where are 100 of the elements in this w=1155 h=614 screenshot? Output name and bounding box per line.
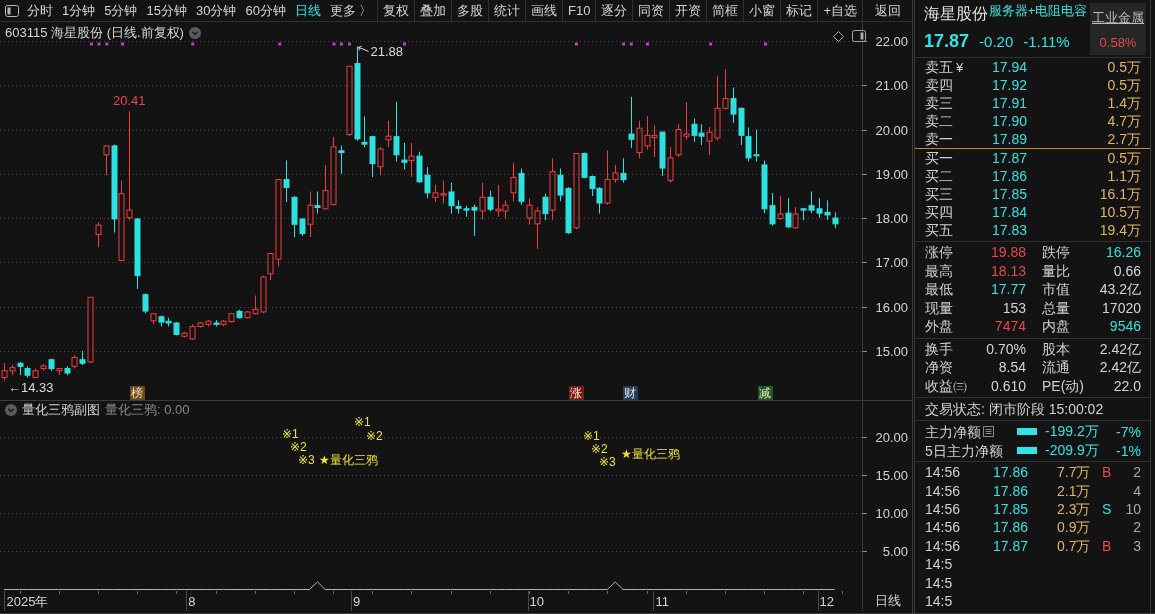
trade-price: 17.87	[991, 536, 1028, 555]
order-level-label: 卖五	[925, 58, 953, 76]
order-price: 17.94	[992, 58, 1029, 76]
stat-label: 市值	[1042, 280, 1071, 299]
event-tag[interactable]: 涨	[568, 386, 584, 400]
toolbar-button[interactable]: 画线	[525, 0, 562, 21]
toolbar-button[interactable]: 多股	[451, 0, 488, 21]
order-price: 17.90	[992, 112, 1029, 130]
chevron-down-icon[interactable]	[188, 26, 201, 39]
period-label: 日线	[862, 591, 912, 611]
panel-toggle-icon[interactable]	[852, 30, 866, 42]
toolbar-button[interactable]: F10	[562, 0, 596, 21]
signal-label: ※2	[591, 442, 608, 456]
trade-time: 14:56	[925, 536, 962, 555]
stock-name: 海星股份	[924, 4, 988, 24]
toolbar-button[interactable]: 同资	[632, 0, 670, 21]
order-price: 17.83	[992, 221, 1029, 239]
stat-value: 8.54	[997, 358, 1026, 377]
leader-arrow-icon	[358, 45, 370, 52]
axis-label: 8	[188, 594, 196, 609]
stat-value: 2.42亿	[1098, 339, 1141, 358]
trade-price: 17.85	[991, 499, 1028, 518]
stat-label: 净资	[925, 358, 954, 377]
axis-label: 10.00	[875, 506, 908, 521]
period-tab[interactable]: 5分钟	[104, 0, 138, 21]
axis-label: 22.00	[875, 34, 908, 49]
order-price: 17.87	[992, 149, 1029, 167]
period-tab[interactable]: 日线	[294, 0, 321, 21]
panel-toggle-icon[interactable]	[5, 4, 19, 17]
diamond-icon[interactable]	[833, 30, 844, 42]
period-tab[interactable]: 分时	[27, 0, 53, 21]
order-volume: 0.5万	[1106, 58, 1141, 76]
toolbar-button[interactable]: 返回	[862, 0, 912, 21]
order-level-label: 买一	[925, 149, 953, 167]
stat-label: PE(动)	[1042, 376, 1085, 395]
list-icon[interactable]	[983, 426, 994, 437]
stat-label: 最高	[925, 261, 954, 280]
toolbar-button[interactable]: 简框	[706, 0, 744, 21]
toolbar-button[interactable]: 统计	[488, 0, 525, 21]
chevron-down-icon[interactable]	[5, 403, 17, 416]
order-volume: 0.5万	[1106, 149, 1141, 167]
stat-label: 内盘	[1042, 317, 1071, 336]
concept-link[interactable]: 服务器+电阻电容	[989, 4, 1088, 19]
period-tab[interactable]: 30分钟	[195, 0, 237, 21]
trade-time: 14:56	[925, 463, 962, 482]
order-volume: 4.7万	[1106, 112, 1141, 130]
axis-label: 5.00	[882, 544, 908, 559]
toolbar-button[interactable]: 标记	[780, 0, 818, 21]
toolbar-button[interactable]: +自选	[817, 0, 862, 21]
signal-label: ※3	[298, 453, 315, 467]
chart-title: 603115 海星股份 (日线.前复权)	[5, 25, 184, 40]
order-volume: 1.4万	[1106, 94, 1141, 112]
toolbar-button[interactable]: 复权	[377, 0, 414, 21]
trade-time: 14:5	[925, 555, 954, 574]
price-change: -0.20	[979, 33, 1014, 50]
order-level-label: 买四	[925, 203, 953, 221]
axis-label: 12	[819, 594, 834, 609]
toolbar-button[interactable]: 开资	[669, 0, 707, 21]
flow-percent: -7%	[1115, 423, 1141, 440]
toolbar-button[interactable]: 叠加	[414, 0, 451, 21]
price-annotation: 20.41	[113, 93, 146, 109]
axis-label: 18.00	[875, 211, 908, 226]
period-tab[interactable]: 1分钟	[62, 0, 96, 21]
trade-count: 10	[1124, 499, 1141, 518]
period-tab[interactable]: 60分钟	[245, 0, 286, 21]
order-volume: 10.5万	[1098, 203, 1141, 221]
order-level-label: 卖四	[925, 76, 953, 94]
stat-value: 2.42亿	[1098, 358, 1141, 377]
order-price: 17.92	[992, 76, 1029, 94]
axis-label: 2025年	[6, 594, 49, 609]
trade-volume: 7.7万	[1057, 463, 1092, 482]
order-level-label: 买五	[925, 221, 953, 239]
stat-value: 17020	[1101, 298, 1141, 317]
trade-volume: 0.7万	[1057, 536, 1092, 555]
period-tab[interactable]: 15分钟	[146, 0, 187, 21]
trade-volume: 0.9万	[1057, 518, 1092, 537]
sector-change: 0.58%	[1099, 35, 1137, 50]
event-tag[interactable]: 减	[757, 386, 773, 400]
stat-label: 总量	[1042, 298, 1071, 317]
trade-time: 14:56	[925, 518, 962, 537]
signal-label: ★量化三鸦	[319, 453, 378, 467]
flow-percent: -1%	[1115, 442, 1141, 459]
axis-label: 20.00	[875, 430, 908, 445]
order-price: 17.85	[992, 185, 1029, 203]
event-tag[interactable]: 财	[622, 386, 638, 400]
trade-price: 17.86	[991, 518, 1028, 537]
toolbar-button[interactable]: 逐分	[595, 0, 633, 21]
axis-label: 21.00	[875, 78, 908, 93]
trade-time: 14:56	[925, 499, 962, 518]
sector-link[interactable]: 工业金属	[1092, 9, 1144, 27]
axis-label: 15.00	[875, 468, 908, 483]
trade-side: B	[1102, 536, 1113, 555]
toolbar-button[interactable]: 小窗	[743, 0, 781, 21]
axis-label: 19.00	[875, 167, 908, 182]
period-tab[interactable]: 更多 〉	[329, 0, 373, 21]
stat-value: 0.610	[989, 376, 1026, 395]
order-volume: 19.4万	[1098, 221, 1141, 239]
trade-count: 2	[1132, 518, 1141, 537]
stat-label: 跌停	[1042, 243, 1071, 262]
event-tag[interactable]: 榜	[129, 386, 145, 400]
